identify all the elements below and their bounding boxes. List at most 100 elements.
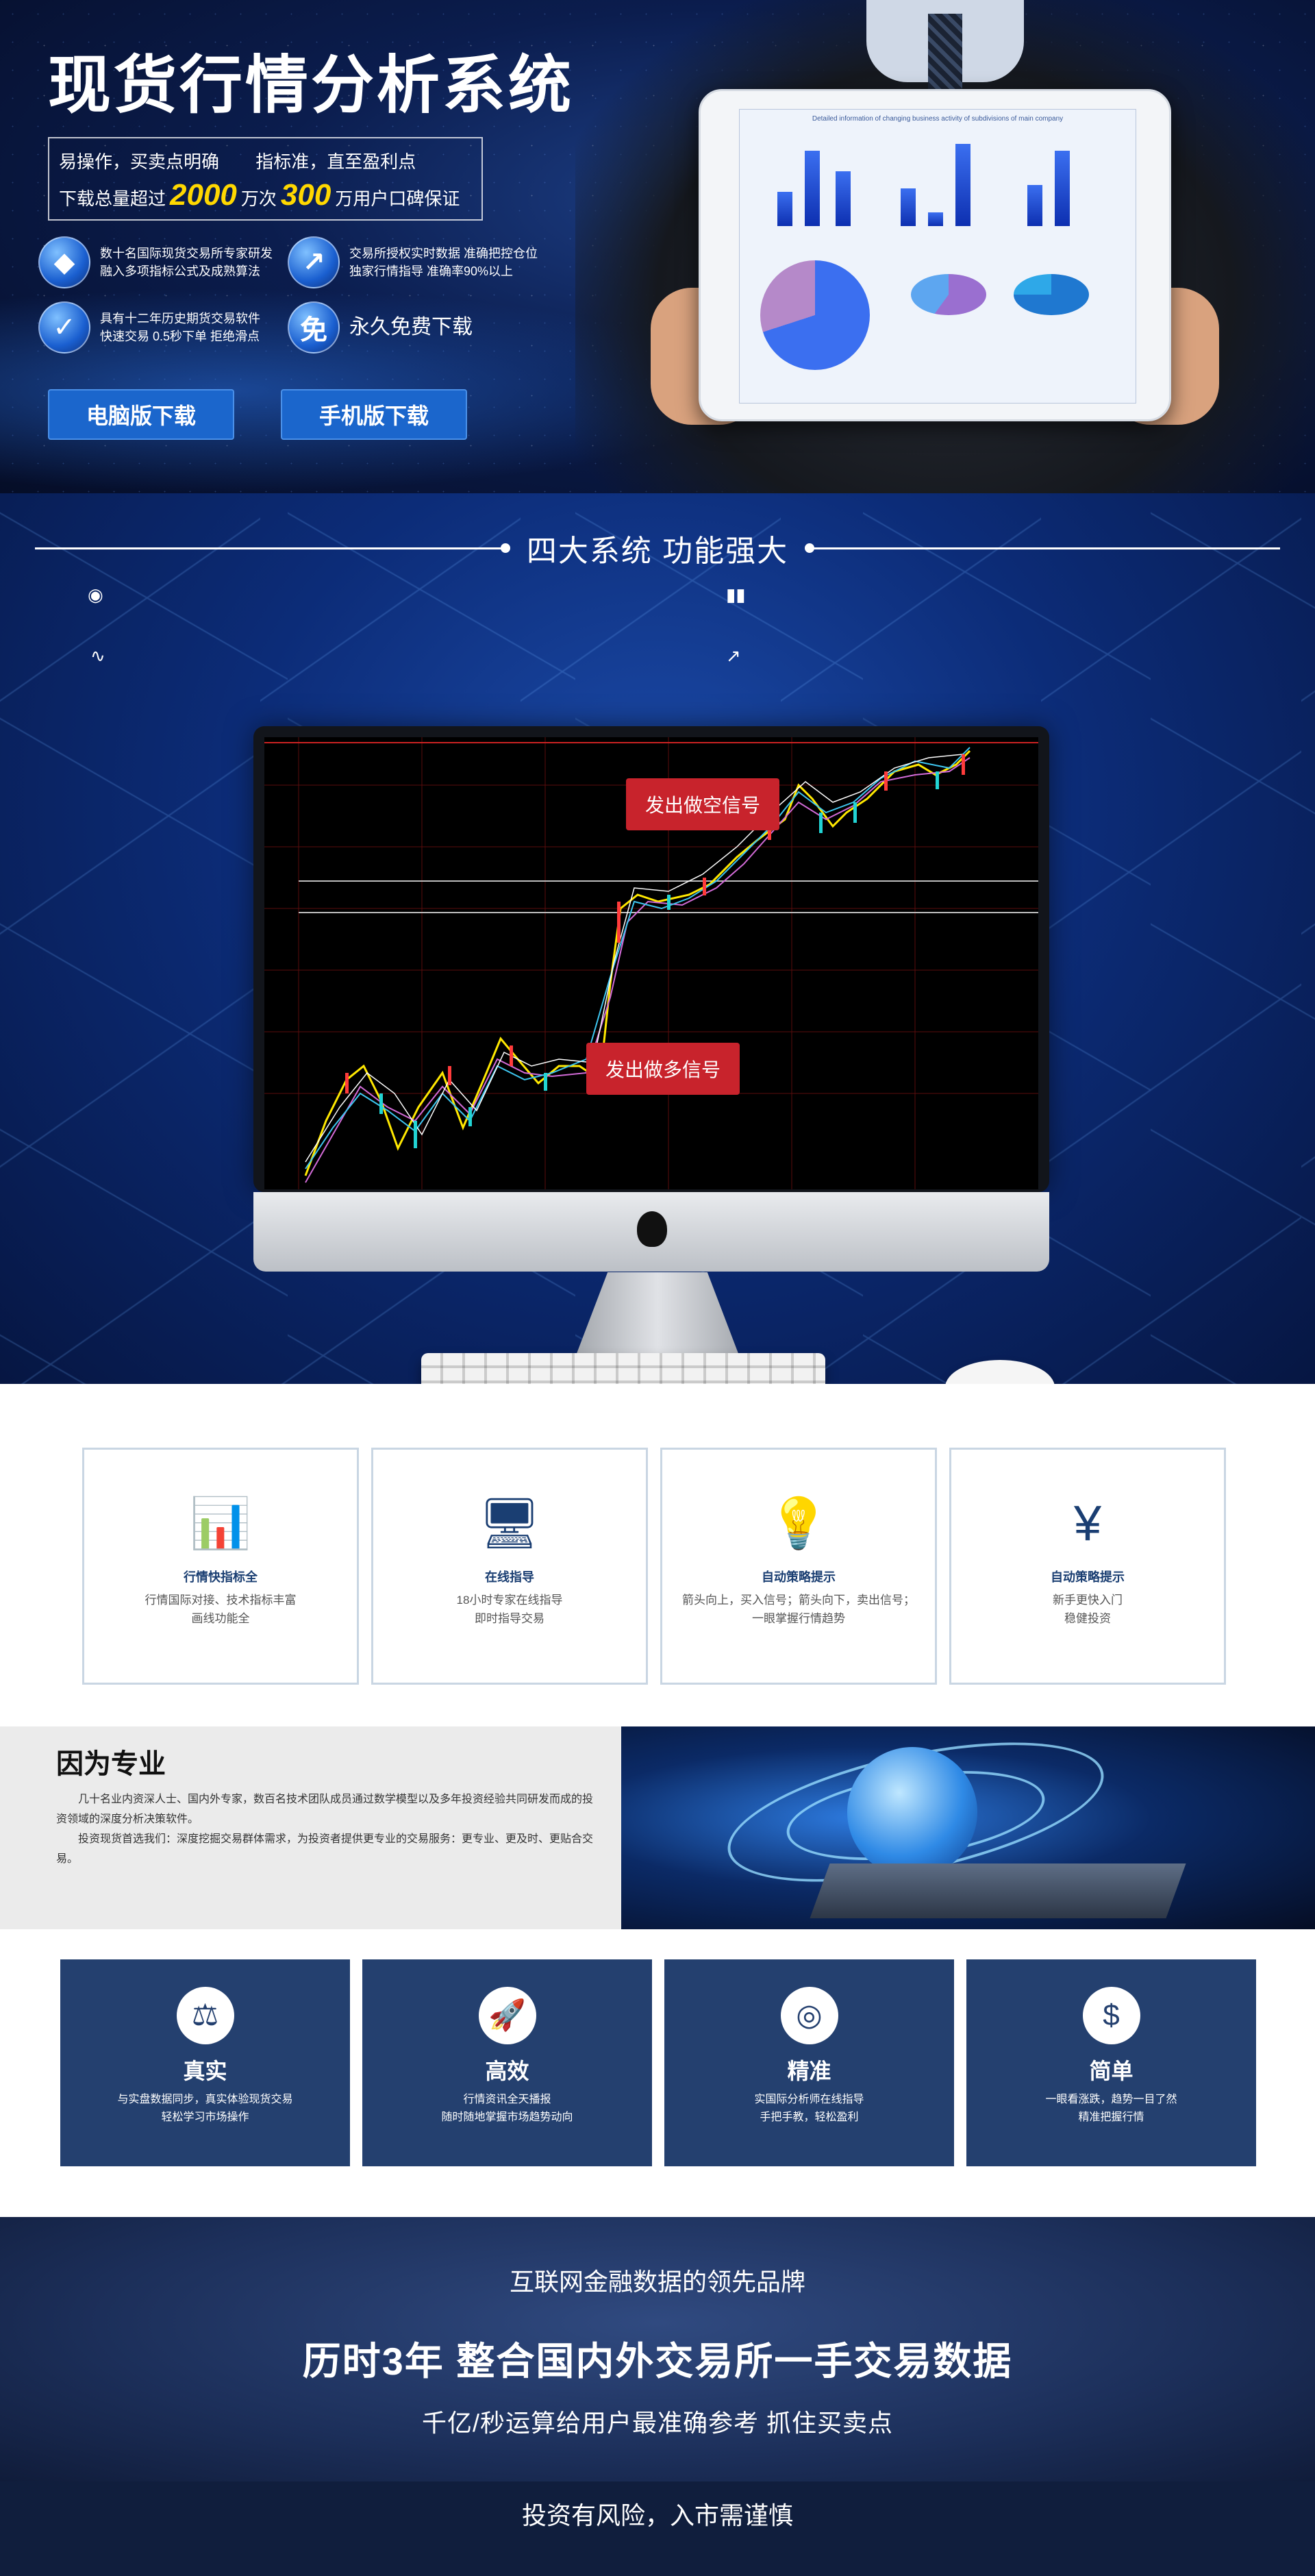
- tie: [928, 14, 962, 89]
- brand-banner: 互联网金融数据的领先品牌 历时3年 整合国内外交易所一手交易数据 千亿/秒运算给…: [0, 2217, 1315, 2481]
- card-title: 行情快指标全: [184, 1570, 258, 1584]
- card-line: 18小时专家在线指导: [456, 1594, 563, 1607]
- tablet-bar: [901, 188, 916, 226]
- advantage-box: ◎ 精准 实国际分析师在线指导 手把手教，轻松盈利: [664, 1959, 954, 2166]
- tablet-screen: Detailed information of changing busines…: [739, 109, 1136, 404]
- card-desc: 箭头向上，买入信号；箭头向下，卖出信号； 一眼掌握行情趋势: [662, 1591, 935, 1628]
- mobile-download-button[interactable]: 手机版下载: [281, 389, 467, 440]
- paragraph: 几十名业内资深人士、国内外专家，数百名技术团队成员通过数学模型以及多年投资经验共…: [56, 1794, 594, 1825]
- tagline-text: 易操作，买卖点明确: [59, 151, 220, 172]
- coin-icon: ◉: [88, 584, 103, 605]
- target-icon: ◎: [780, 1987, 838, 2044]
- card-desc: 18小时专家在线指导 即时指导交易: [373, 1591, 646, 1628]
- trend-line-icon: ∿: [90, 645, 105, 666]
- rising-chart-icon: ↗: [288, 236, 340, 288]
- bar-chart-icon: ▮▮: [726, 584, 746, 605]
- tablet-bar: [836, 171, 851, 226]
- pc-download-button[interactable]: 电脑版下载: [48, 389, 234, 440]
- stat-label: 万次: [240, 188, 277, 209]
- advantage-desc: 行情资讯全天播报随时随地掌握市场趋势动向: [362, 2091, 652, 2127]
- free-badge-icon: 免: [288, 301, 340, 354]
- advantage-line: 手把手教，轻松盈利: [760, 2111, 859, 2123]
- card-line: 画线功能全: [191, 1612, 250, 1625]
- bar-chart-icon: 📊: [190, 1496, 251, 1551]
- money-icon: $: [1082, 1987, 1140, 2044]
- professional-section: 因为专业 几十名业内资深人士、国内外专家，数百名技术团队成员通过数学模型以及多年…: [0, 1726, 1315, 1929]
- shield-icon: ✓: [38, 301, 90, 354]
- stat-label: 万用户口碑保证: [335, 188, 460, 209]
- kline-chart-screen: 发出做空信号 发出做多信号: [264, 737, 1038, 1189]
- section-title: 四大系统 功能强大: [526, 534, 789, 568]
- advantage-line: 精准把握行情: [1078, 2111, 1144, 2123]
- apple-logo-icon: [637, 1211, 667, 1247]
- laptop-keyboard: [810, 1863, 1186, 1918]
- card-line: 一眼掌握行情趋势: [752, 1612, 845, 1625]
- monitor-bezel: 发出做空信号 发出做多信号: [253, 726, 1049, 1192]
- keyboard: [421, 1353, 825, 1384]
- feature-text: 永久免费下载: [349, 316, 473, 338]
- card-line: 箭头向上，买入信号；箭头向下，卖出信号；: [682, 1594, 915, 1607]
- tablet-bar: [805, 151, 820, 226]
- card-title: 自动策略提示: [1051, 1570, 1125, 1584]
- advantage-line: 随时随地掌握市场趋势动向: [441, 2111, 573, 2123]
- diamond-icon: ◆: [38, 236, 90, 288]
- paragraph: 投资现货首选我们：深度挖掘交易群体需求，为投资者提供更专业的交易服务：更专业、更…: [56, 1833, 594, 1865]
- card-line: 行情国际对接、技术指标丰富: [145, 1594, 297, 1607]
- card-line: 稳健投资: [1064, 1612, 1111, 1625]
- imac-computer: 发出做空信号 发出做多信号: [253, 726, 1049, 1272]
- brand-headline: 历时3年 整合国内外交易所一手交易数据: [302, 2340, 1013, 2383]
- card-title: 在线指导: [485, 1570, 534, 1584]
- lightbulb-icon: 💡: [768, 1496, 829, 1551]
- advantage-line: 轻松学习市场操作: [161, 2111, 249, 2123]
- advantage-title: 真实: [183, 2059, 227, 2083]
- tablet-bar: [955, 144, 970, 226]
- advantage-box: ⚖ 真实 与实盘数据同步，真实体验现货交易 轻松学习市场操作: [60, 1959, 350, 2166]
- feature-item: 免 永久免费下载: [288, 301, 473, 354]
- tablet-bar: [777, 192, 792, 226]
- feature-line: 交易所授权实时数据 准确把控仓位: [349, 247, 538, 260]
- advantage-line: 行情资讯全天播报: [463, 2094, 551, 2105]
- feature-text: 具有十二年历史期货交易软件 快速交易 0.5秒下单 拒绝滑点: [100, 310, 260, 345]
- advantage-title: 高效: [485, 2059, 529, 2083]
- section-heading: 四大系统 功能强大: [0, 528, 1315, 569]
- tablet-pie-chart: [760, 260, 870, 370]
- feature-item: ↗ 交易所授权实时数据 准确把控仓位 独家行情指导 准确率90%以上: [288, 236, 538, 288]
- advantage-title: 精准: [787, 2059, 831, 2083]
- download-count: 2000: [170, 178, 237, 212]
- card-desc: 新手更快入门 稳健投资: [951, 1591, 1224, 1628]
- laptop-globe-image: [621, 1726, 1315, 1929]
- feature-line: 数十名国际现货交易所专家研发: [100, 247, 273, 260]
- feature-line: 快速交易 0.5秒下单 拒绝滑点: [100, 330, 260, 343]
- tablet-pie-chart: [911, 274, 986, 315]
- advantage-desc: 与实盘数据同步，真实体验现货交易 轻松学习市场操作: [60, 2091, 350, 2127]
- feature-line: 独家行情指导 准确率90%以上: [349, 264, 514, 278]
- tablet-device: Detailed information of changing busines…: [699, 89, 1171, 421]
- heading-divider: [34, 543, 510, 553]
- advantages-section: ⚖ 真实 与实盘数据同步，真实体验现货交易 轻松学习市场操作 🚀 高效 行情资讯全…: [0, 1929, 1315, 2217]
- tablet-bar: [1027, 185, 1042, 226]
- download-stats: 下载总量超过 2000 万次 300 万用户口碑保证: [59, 178, 472, 216]
- feature-card: 🖥 在线指导 18小时专家在线指导 即时指导交易: [371, 1448, 648, 1685]
- yen-cycle-icon: ¥: [1073, 1496, 1102, 1551]
- advantage-box: 🚀 高效 行情资讯全天播报 随时随地掌握市场趋势动向: [362, 1959, 652, 2166]
- brand-tagline: 互联网金融数据的领先品牌: [509, 2268, 805, 2296]
- tagline-line: 易操作，买卖点明确 指标准，直至盈利点: [59, 145, 472, 178]
- growth-chart-icon: ↗: [726, 645, 741, 666]
- feature-line: 融入多项指标公式及成熟算法: [100, 264, 260, 278]
- tablet-pie-chart: [1014, 274, 1089, 315]
- stat-label: 下载总量超过: [59, 188, 166, 209]
- feature-item: ◆ 数十名国际现货交易所专家研发 融入多项指标公式及成熟算法: [38, 236, 273, 288]
- heading-divider: [805, 543, 1281, 553]
- feature-text: 数十名国际现货交易所专家研发 融入多项指标公式及成熟算法: [100, 245, 273, 280]
- card-line: 新手更快入门: [1053, 1594, 1123, 1607]
- advantage-desc: 一眼看涨跌，趋势一目了然 精准把握行情: [966, 2091, 1256, 2127]
- section-title: 因为专业: [56, 1749, 166, 1779]
- scale-icon: ⚖: [176, 1987, 234, 2044]
- hero-banner: Detailed information of changing busines…: [0, 0, 1315, 493]
- feature-card: 💡 自动策略提示 箭头向上，买入信号；箭头向下，卖出信号； 一眼掌握行情趋势: [660, 1448, 937, 1685]
- card-desc: 行情国际对接、技术指标丰富 画线功能全: [84, 1591, 357, 1628]
- advantage-desc: 实国际分析师在线指导 手把手教，轻松盈利: [664, 2091, 954, 2127]
- tagline-box: 易操作，买卖点明确 指标准，直至盈利点 下载总量超过 2000 万次 300 万用户口碑…: [48, 137, 483, 221]
- card-line: 即时指导交易: [475, 1612, 544, 1625]
- monitor-check-icon: 🖥: [478, 1496, 541, 1551]
